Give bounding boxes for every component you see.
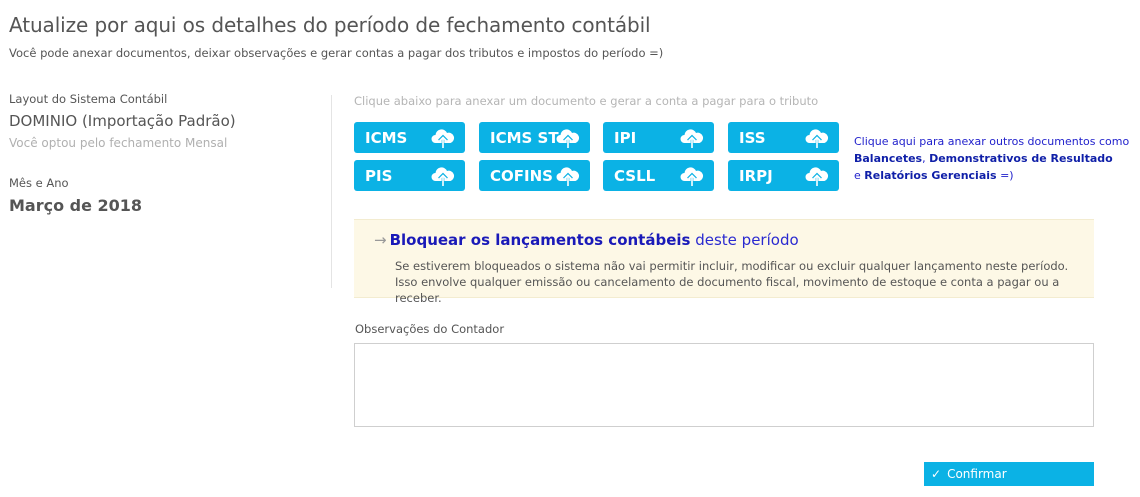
cloud-upload-icon <box>680 167 704 186</box>
tax-button-irpj[interactable]: IRPJ <box>728 160 839 191</box>
cloud-upload-icon <box>805 129 829 148</box>
lock-desc-line-1: Se estiverem bloqueados o sistema não va… <box>395 259 1069 273</box>
lock-desc-line-2: Isso envolve qualquer emissão ou cancela… <box>395 275 1060 305</box>
tax-button-label: ICMS ST <box>490 128 559 147</box>
cloud-upload-icon <box>431 129 455 148</box>
observations-textarea[interactable] <box>354 343 1094 427</box>
lock-title-bold: Bloquear os lançamentos contábeis <box>389 231 691 249</box>
cloud-upload-icon <box>805 167 829 186</box>
lock-entries-link[interactable]: → Bloquear os lançamentos contábeis deste… <box>374 231 799 249</box>
tax-button-cofins[interactable]: COFINS <box>479 160 590 191</box>
confirm-button[interactable]: ✓ Confirmar <box>924 462 1094 486</box>
page-subtitle: Você pode anexar documentos, deixar obse… <box>9 46 664 60</box>
side-note-balancetes: Balancetes <box>854 152 923 165</box>
tax-button-icms-st[interactable]: ICMS ST <box>479 122 590 153</box>
cloud-upload-icon <box>556 129 580 148</box>
tax-button-icms[interactable]: ICMS <box>354 122 465 153</box>
tax-button-pis[interactable]: PIS <box>354 160 465 191</box>
tax-button-label: COFINS <box>490 166 553 185</box>
month-year-value: Março de 2018 <box>9 196 143 215</box>
check-icon: ✓ <box>931 467 942 481</box>
tax-buttons-grid: ICMS ICMS ST IPI ISS PIS COFINS CSLL IRP… <box>354 122 840 192</box>
tax-button-label: ISS <box>739 128 766 147</box>
month-year-label: Mês e Ano <box>9 176 69 190</box>
tax-button-label: IPI <box>614 128 637 147</box>
period-info-panel: Layout do Sistema Contábil DOMINIO (Impo… <box>9 92 309 215</box>
page-title: Atualize por aqui os detalhes do período… <box>9 13 651 37</box>
side-note-prefix: Clique aqui para anexar outros documento… <box>854 135 1130 148</box>
layout-value: DOMINIO (Importação Padrão) <box>9 112 236 130</box>
confirm-label: Confirmar <box>947 467 1007 481</box>
side-note-suffix: =) <box>996 169 1014 182</box>
tax-button-iss[interactable]: ISS <box>728 122 839 153</box>
cloud-upload-icon <box>556 167 580 186</box>
lock-title-rest: deste período <box>690 231 799 249</box>
arrow-right-icon: → <box>374 231 387 249</box>
vertical-divider <box>331 95 332 288</box>
observations-label: Observações do Contador <box>355 322 505 336</box>
cloud-upload-icon <box>431 167 455 186</box>
lock-entries-notice: → Bloquear os lançamentos contábeis deste… <box>354 219 1094 305</box>
side-note-demonstrativos: Demonstrativos de Resultado <box>929 152 1113 165</box>
side-note-and: e <box>854 169 865 182</box>
cloud-upload-icon <box>680 129 704 148</box>
tax-button-csll[interactable]: CSLL <box>603 160 714 191</box>
tax-button-label: CSLL <box>614 166 656 185</box>
tax-button-ipi[interactable]: IPI <box>603 122 714 153</box>
lock-description: Se estiverem bloqueados o sistema não va… <box>395 258 1094 306</box>
closing-type-note: Você optou pelo fechamento Mensal <box>9 136 228 150</box>
attach-hint: Clique abaixo para anexar um documento e… <box>354 94 819 108</box>
side-note-relatorios: Relatórios Gerenciais <box>864 169 997 182</box>
tax-button-label: ICMS <box>365 128 408 147</box>
other-documents-link[interactable]: Clique aqui para anexar outros documento… <box>854 133 1139 184</box>
tax-button-label: IRPJ <box>739 166 773 185</box>
tax-button-label: PIS <box>365 166 393 185</box>
layout-label: Layout do Sistema Contábil <box>9 92 168 106</box>
